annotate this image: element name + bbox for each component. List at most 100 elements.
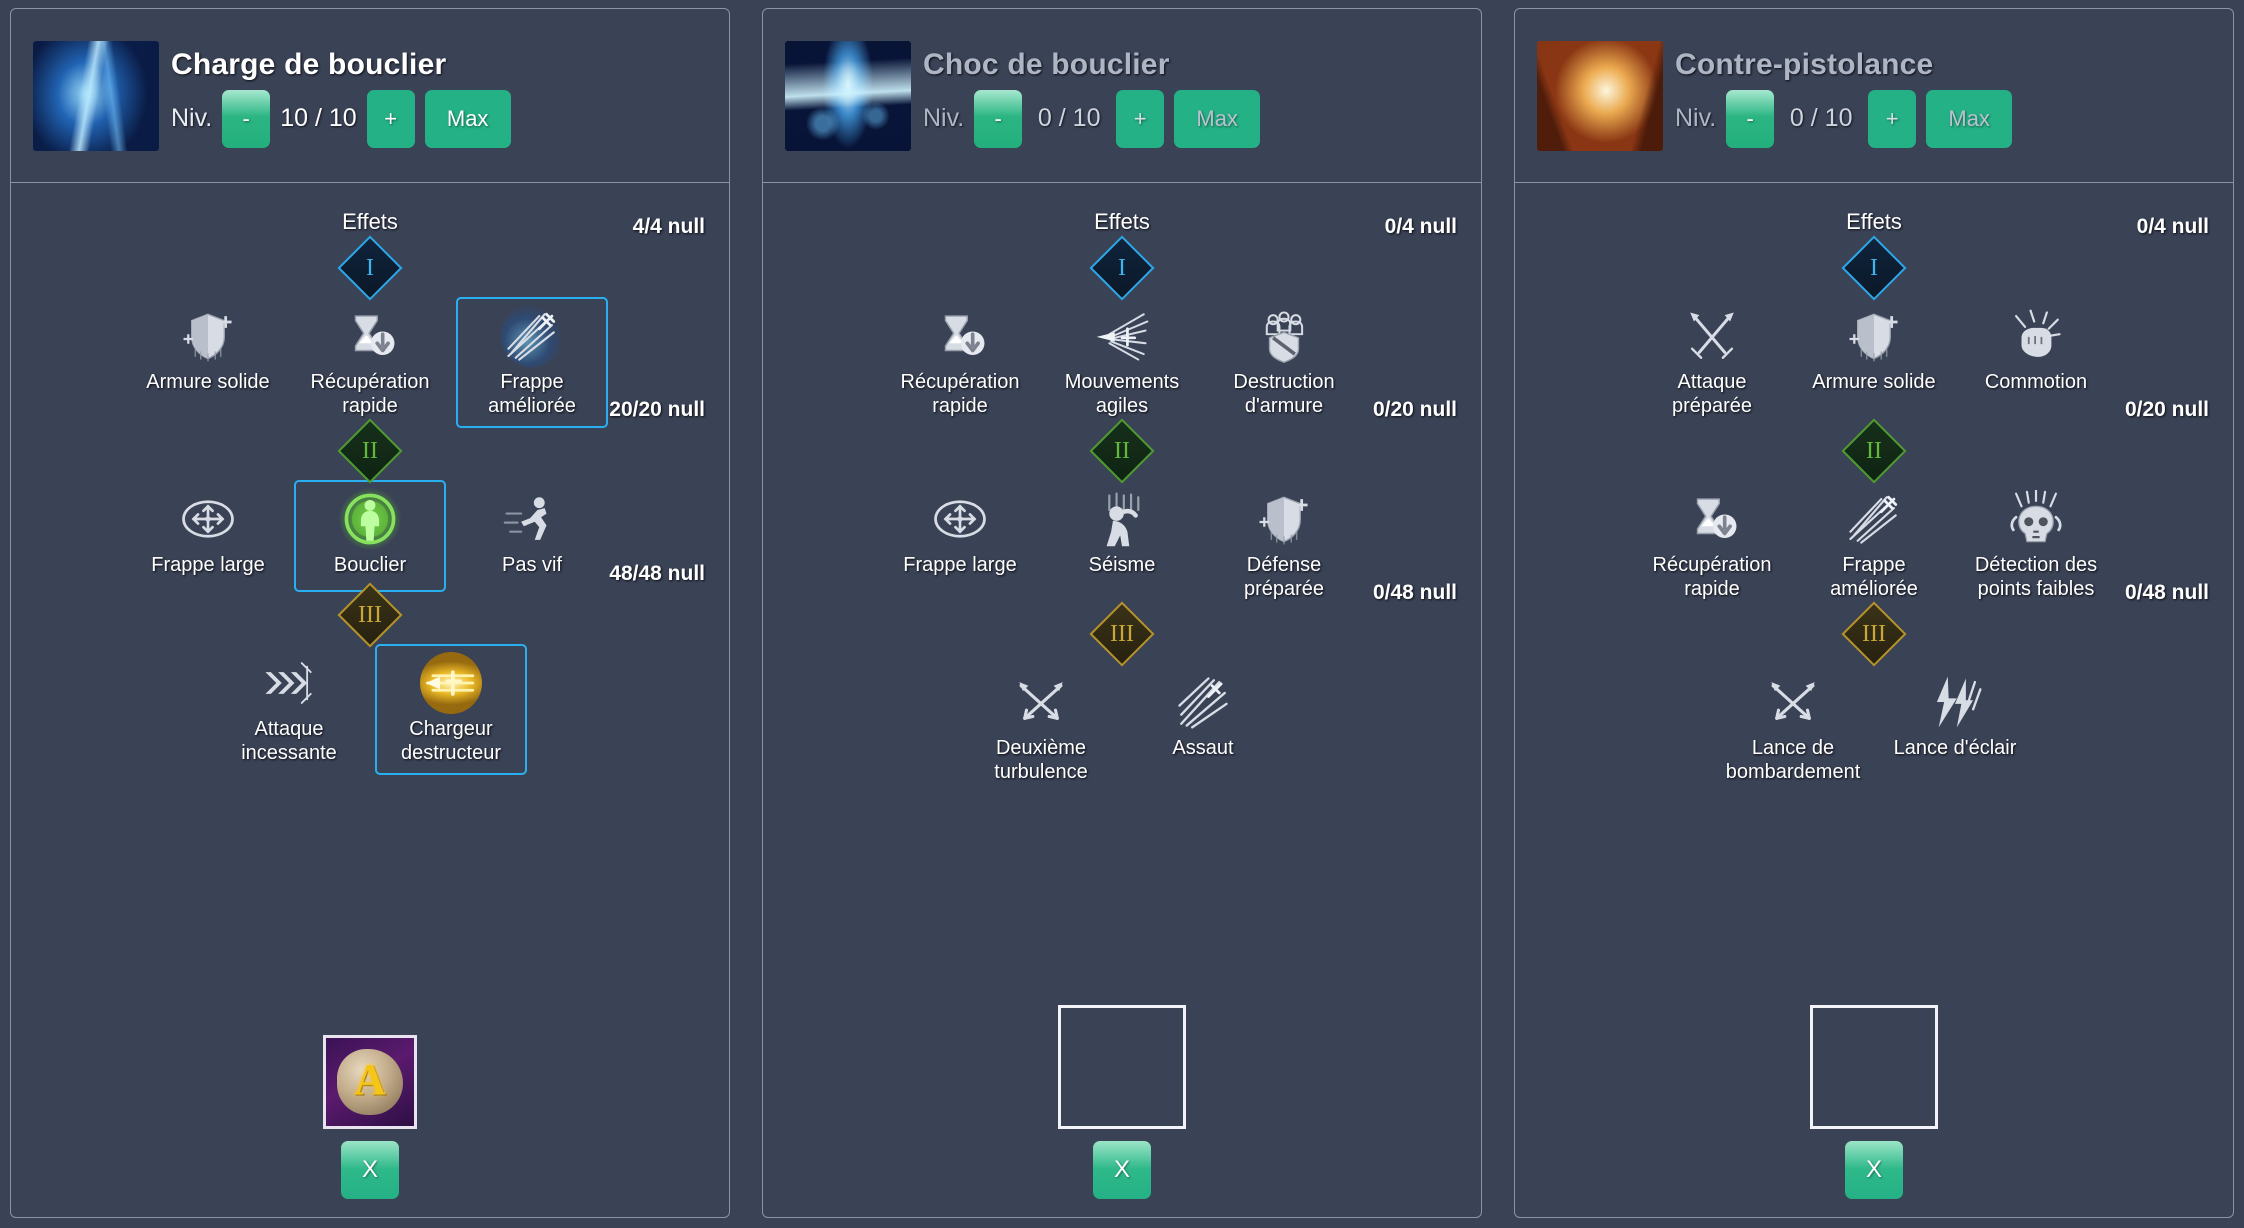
tier-rank-diamond: III (1089, 601, 1155, 667)
skill-panel: Choc de bouclier Niv. - 0 / 10 + Max Eff… (762, 8, 1482, 1218)
hourglass-down-icon (339, 305, 401, 367)
skill-node-label: Assaut (1172, 737, 1234, 760)
skill-node[interactable]: Commotion (1960, 297, 2112, 409)
tier-rank-diamond: II (1089, 418, 1155, 484)
skill-node[interactable]: Récupération rapide (884, 297, 1036, 428)
skill-node-label: Frappe améliorée (488, 371, 576, 417)
skill-node[interactable]: Attaque préparée (1636, 297, 1788, 428)
skill-node[interactable]: Frappe améliorée (1798, 480, 1950, 611)
skill-node[interactable]: Frappe améliorée (456, 297, 608, 429)
skill-node-label: Récupération rapide (900, 371, 1020, 417)
skill-node[interactable]: Bouclier (294, 480, 446, 593)
skill-node-label: Deuxième turbulence (994, 737, 1088, 783)
skill-node[interactable]: Deuxième turbulence (965, 663, 1117, 794)
level-control-row: Niv. - 10 / 10 + Max (171, 89, 511, 148)
skill-node-label: Lance de bombardement (1725, 737, 1861, 783)
clear-rune-button[interactable]: X (1845, 1141, 1903, 1199)
tier-counter: 0/48 null (2124, 581, 2209, 605)
tier-counter: 0/20 null (2124, 398, 2209, 422)
shield-plus-icon (1843, 305, 1905, 367)
impact-fist-icon (2005, 305, 2067, 367)
skill-node-label: Attaque incessante (241, 718, 337, 764)
skill-header: Choc de bouclier Niv. - 0 / 10 + Max (763, 9, 1481, 183)
sword-burst-icon (501, 305, 563, 367)
tier-counter: 48/48 null (609, 562, 705, 586)
rune-slot-area: X (773, 1005, 1471, 1217)
rune-slot-filled[interactable]: A (323, 1035, 417, 1129)
skill-node[interactable]: Séisme (1046, 480, 1198, 592)
skill-node-label: Armure solide (1812, 371, 1936, 393)
skill-tree: Effets 4/4 null I Armure solide Récupéra… (11, 183, 729, 1217)
skill-node[interactable]: Pas vif (456, 480, 608, 592)
level-value: 0 / 10 (1789, 104, 1853, 132)
tier-rank-diamond: II (337, 418, 403, 484)
figure-aura-icon (339, 488, 401, 551)
skill-node-label: Bouclier (333, 554, 407, 577)
skill-node[interactable]: Attaque incessante (213, 644, 365, 775)
tier-rank-numeral: I (366, 255, 374, 281)
clear-rune-button[interactable]: X (341, 1141, 399, 1199)
skill-panel: Contre-pistolance Niv. - 0 / 10 + Max Ef… (1514, 8, 2234, 1218)
level-label: Niv. (1675, 104, 1717, 132)
level-control-row: Niv. - 0 / 10 + Max (923, 89, 1261, 148)
tier-rank-numeral: I (1870, 255, 1878, 281)
chevron-rush-icon (258, 652, 320, 714)
skill-node[interactable]: Récupération rapide (1636, 480, 1788, 611)
skill-thumbnail (785, 40, 911, 151)
level-increment-button[interactable]: + (1116, 89, 1165, 148)
tier-counter: 0/4 null (2136, 215, 2209, 238)
tier-rank-numeral: II (1866, 438, 1882, 465)
skill-node[interactable]: Armure solide (132, 297, 284, 409)
skill-node-label: Défense préparée (1243, 554, 1325, 600)
skill-node[interactable]: Récupération rapide (294, 297, 446, 428)
level-increment-button[interactable]: + (1868, 89, 1917, 148)
skill-node-label: Récupération rapide (310, 371, 430, 417)
skill-tier: 0/4 null I Récupération rapide Mouvement… (773, 215, 1471, 428)
skill-tier: 48/48 null III Attaque incessante Charge… (21, 562, 719, 776)
level-increment-button[interactable]: + (366, 89, 415, 148)
level-decrement-button[interactable]: - (974, 89, 1023, 148)
crossed-arrows-icon (1010, 671, 1072, 733)
skill-node[interactable]: Lance de bombardement (1717, 663, 1869, 794)
skill-node[interactable]: Détection des points faibles (1960, 480, 2112, 611)
clear-rune-button[interactable]: X (1093, 1141, 1151, 1199)
skill-node-label: Mouvements agiles (1064, 371, 1180, 417)
skill-title: Choc de bouclier (923, 47, 1170, 81)
level-decrement-button[interactable]: - (1726, 89, 1775, 148)
tier-node-row: Attaque préparée Armure solide Commotion (1525, 297, 2223, 428)
skill-node[interactable]: Destruction d'armure (1208, 297, 1360, 428)
skill-node[interactable]: Assaut (1127, 663, 1279, 775)
skill-tier: 0/20 null II Frappe large Séisme Défense… (773, 398, 1471, 611)
level-value: 0 / 10 (1037, 104, 1101, 132)
skill-node[interactable]: Chargeur destructeur (375, 644, 527, 776)
skill-node[interactable]: Frappe large (884, 480, 1036, 592)
skill-node-label: Frappe large (903, 554, 1017, 577)
tier-node-row: Récupération rapide Frappe améliorée Dét… (1525, 480, 2223, 611)
level-max-button[interactable]: Max (1926, 89, 2013, 148)
tier-rank-diamond: II (1841, 418, 1907, 484)
hourglass-down-icon (929, 305, 991, 367)
four-arrows-icon (929, 488, 991, 550)
tier-rank-diamond: III (1841, 601, 1907, 667)
skill-tier: 0/48 null III Deuxième turbulence Assaut (773, 581, 1471, 794)
level-decrement-button[interactable]: - (222, 89, 271, 148)
skill-node-label: Armure solide (146, 371, 270, 393)
level-max-button[interactable]: Max (1174, 89, 1261, 148)
skill-node-label: Commotion (1984, 371, 2088, 393)
tier-counter: 20/20 null (609, 398, 705, 422)
skill-node[interactable]: Lance d'éclair (1879, 663, 2031, 775)
skill-node[interactable]: Mouvements agiles (1046, 297, 1198, 428)
level-max-button[interactable]: Max (424, 89, 511, 148)
level-label: Niv. (171, 104, 213, 132)
skill-panel: Charge de bouclier Niv. - 10 / 10 + Max … (10, 8, 730, 1218)
skill-node[interactable]: Défense préparée (1208, 480, 1360, 611)
tier-counter: 0/20 null (1372, 398, 1457, 422)
rune-glyph: A (354, 1055, 386, 1104)
rune-slot-empty[interactable] (1058, 1005, 1186, 1129)
skill-thumbnail (33, 40, 159, 151)
skill-node[interactable]: Armure solide (1798, 297, 1950, 409)
crossed-arrows-icon (1762, 671, 1824, 733)
crossed-swords-icon (1681, 305, 1743, 367)
skill-node[interactable]: Frappe large (132, 480, 284, 592)
rune-slot-empty[interactable] (1810, 1005, 1938, 1129)
